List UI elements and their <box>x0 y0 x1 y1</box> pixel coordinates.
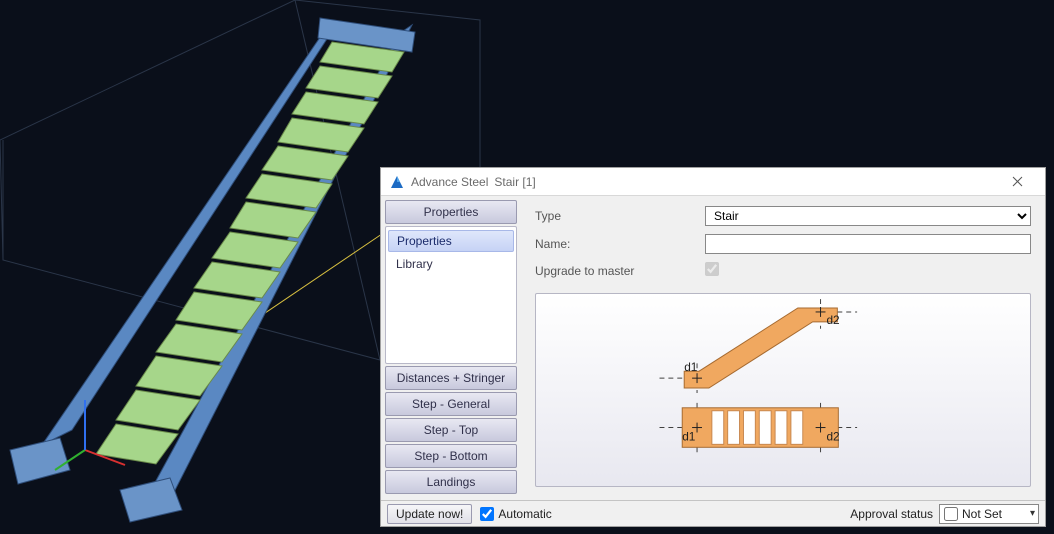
nav-section-step-general[interactable]: Step - General <box>385 392 517 416</box>
approval-status-value: Not Set <box>962 507 1002 521</box>
stair-diagram: d1 d2 <box>535 293 1031 487</box>
upgrade-to-master-checkbox[interactable] <box>705 262 719 276</box>
nav-section-step-top[interactable]: Step - Top <box>385 418 517 442</box>
nav-section-distances-stringer[interactable]: Distances + Stringer <box>385 366 517 390</box>
nav-panel: Properties Properties Library Distances … <box>381 196 521 500</box>
automatic-toggle[interactable]: Automatic <box>480 507 551 521</box>
dialog-content: Type Stair Name: Upgrade to master <box>521 196 1045 500</box>
diagram-label-d2a: d2 <box>826 313 839 327</box>
name-input[interactable] <box>705 234 1031 254</box>
dialog-titlebar[interactable]: Advance Steel Stair [1] <box>381 168 1045 196</box>
nav-item-library[interactable]: Library <box>386 253 516 275</box>
automatic-checkbox[interactable] <box>480 507 494 521</box>
dialog-object-title: Stair [1] <box>494 175 535 189</box>
update-now-button[interactable]: Update now! <box>387 504 472 524</box>
diagram-label-d2b: d2 <box>826 429 839 443</box>
automatic-label: Automatic <box>498 507 551 521</box>
chevron-down-icon: ▾ <box>1030 508 1035 519</box>
type-label: Type <box>535 209 705 223</box>
diagram-label-d1a: d1 <box>684 360 698 374</box>
close-icon <box>1012 176 1023 187</box>
nav-tree: Properties Library <box>385 226 517 364</box>
diagram-label-d1b: d1 <box>682 429 696 443</box>
nav-section-step-bottom[interactable]: Step - Bottom <box>385 444 517 468</box>
name-label: Name: <box>535 237 705 251</box>
dialog-app-name: Advance Steel <box>411 175 488 189</box>
dialog-footer: Update now! Automatic Approval status No… <box>381 500 1045 526</box>
approval-status-checkbox[interactable] <box>944 507 958 521</box>
nav-item-properties[interactable]: Properties <box>388 230 514 252</box>
approval-status-label: Approval status <box>850 507 933 521</box>
nav-section-properties[interactable]: Properties <box>385 200 517 224</box>
upgrade-label: Upgrade to master <box>535 264 705 278</box>
nav-section-landings[interactable]: Landings <box>385 470 517 494</box>
stair-properties-dialog: Advance Steel Stair [1] Properties Prope… <box>380 167 1046 527</box>
type-select[interactable]: Stair <box>705 206 1031 226</box>
close-button[interactable] <box>997 168 1037 195</box>
approval-status-select[interactable]: Not Set ▾ <box>939 504 1039 524</box>
app-logo-icon <box>389 174 405 190</box>
